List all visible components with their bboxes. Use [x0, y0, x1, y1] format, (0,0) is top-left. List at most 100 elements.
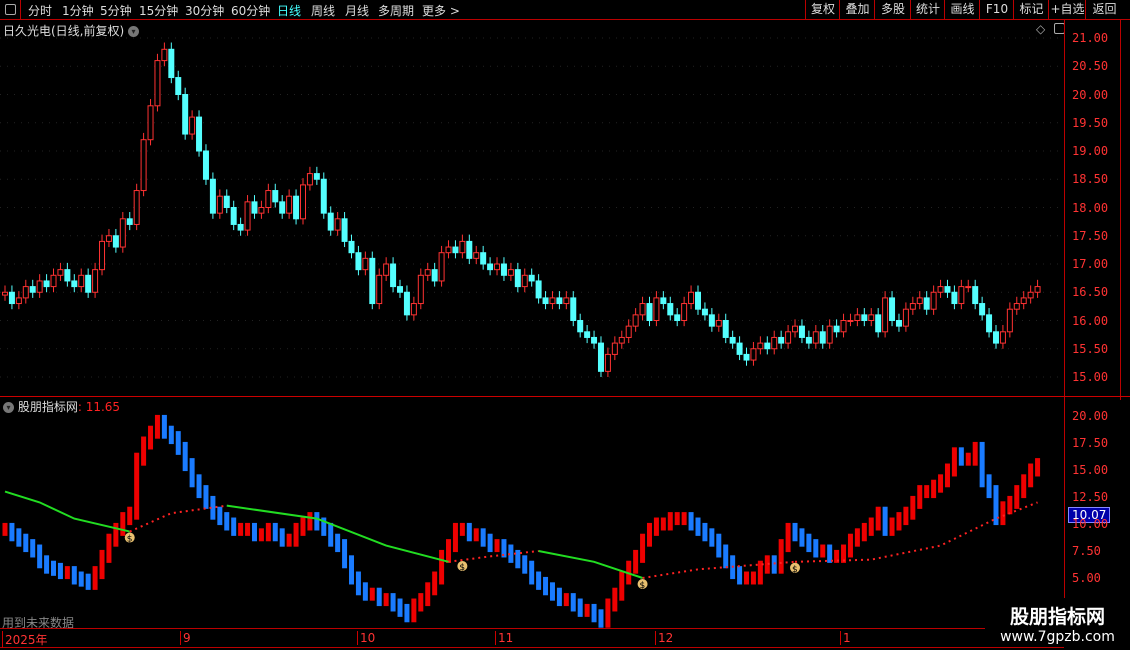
candle	[951, 291, 958, 305]
candle	[902, 308, 909, 327]
price-tick: 19.50	[1072, 115, 1109, 130]
candle	[251, 201, 258, 214]
indicator-bar	[917, 485, 923, 509]
candle	[216, 195, 223, 214]
chevron-down-icon[interactable]: ▾	[3, 402, 14, 413]
indicator-bar	[875, 506, 881, 531]
candle	[306, 173, 313, 186]
candle	[771, 336, 778, 350]
indicator-bar	[633, 549, 639, 574]
indicator-bar	[1028, 463, 1034, 488]
indicator-bar	[369, 587, 375, 601]
indicator-bar	[605, 598, 611, 628]
indicator-tick: 17.50	[1072, 436, 1109, 450]
price-tick: 18.50	[1072, 172, 1109, 187]
indicator-bar	[446, 539, 452, 563]
indicator-bar	[688, 512, 694, 531]
candle	[653, 297, 660, 321]
candle	[875, 314, 882, 333]
indicator-bar	[279, 528, 285, 547]
indicator-bar	[189, 458, 195, 488]
chart-canvas[interactable]: $ $ $ $	[0, 0, 1130, 650]
candle	[78, 274, 85, 288]
indicator-bar	[750, 571, 756, 585]
indicator-bar	[64, 566, 70, 580]
candle	[50, 274, 57, 288]
candle	[397, 286, 404, 293]
indicator-bar	[771, 555, 777, 574]
candle	[376, 274, 383, 305]
indicator-bar	[965, 452, 971, 466]
candle	[431, 269, 438, 282]
candle	[611, 342, 618, 355]
candle	[334, 218, 341, 231]
indicator-bar	[231, 517, 237, 536]
candle	[584, 331, 591, 338]
candle	[729, 336, 736, 344]
candle	[826, 325, 833, 344]
indicator-bar	[986, 474, 992, 499]
indicator-bar	[903, 506, 909, 526]
money-bag-icon-glyph: $	[459, 563, 465, 573]
candle	[882, 297, 889, 333]
side-tabs[interactable]	[1120, 20, 1121, 400]
candle	[230, 207, 237, 225]
candle	[64, 269, 71, 282]
indicator-bar	[224, 512, 230, 531]
money-bag-icon-glyph: $	[640, 581, 646, 591]
candle	[972, 286, 979, 305]
indicator-bar	[78, 571, 84, 587]
date-axis: 2025年 9 10 11 12 1	[0, 628, 1064, 648]
candle	[868, 314, 875, 322]
indicator-bar	[646, 522, 652, 547]
indicator-bar	[30, 539, 36, 558]
indicator-bar	[342, 539, 348, 569]
candle	[1027, 291, 1034, 299]
indicator-bar	[99, 549, 105, 580]
candle	[140, 139, 147, 192]
indicator-bar	[716, 533, 722, 558]
candle	[105, 235, 112, 242]
indicator-bar	[418, 593, 424, 612]
indicator-bar	[293, 522, 299, 547]
candle	[133, 190, 140, 225]
price-tick: 16.00	[1072, 313, 1109, 328]
candle	[299, 184, 306, 220]
candle	[833, 325, 840, 333]
candle	[209, 178, 216, 214]
indicator-bar	[744, 571, 750, 585]
date-label: 9	[180, 631, 191, 645]
candle	[798, 325, 805, 338]
candle	[958, 286, 965, 305]
candle	[417, 274, 424, 305]
panel-divider[interactable]	[0, 396, 1130, 397]
indicator-bar	[203, 485, 209, 509]
candle	[667, 303, 674, 316]
indicator-bar	[1007, 495, 1013, 515]
indicator-bar	[425, 582, 431, 607]
indicator-bar	[813, 539, 819, 558]
indicator-bar	[307, 512, 313, 531]
candle	[459, 240, 466, 254]
indicator-tick: 5.00	[1072, 571, 1101, 585]
candle	[597, 342, 604, 372]
candle	[22, 286, 29, 299]
price-tick: 15.50	[1072, 341, 1109, 356]
candle	[258, 207, 265, 214]
candle	[99, 240, 106, 271]
indicator-bar	[439, 549, 445, 585]
price-tick: 15.00	[1072, 370, 1109, 384]
indicator-bar	[245, 522, 251, 536]
indicator-bar	[217, 506, 223, 526]
indicator-bar	[924, 485, 930, 499]
indicator-bar	[404, 603, 410, 623]
indicator-bar	[681, 512, 687, 526]
price-tick: 21.00	[1072, 31, 1109, 45]
price-axis	[1064, 20, 1065, 646]
indicator-bar	[847, 533, 853, 558]
indicator-bar	[598, 609, 604, 628]
candle	[507, 269, 514, 276]
indicator-bar	[286, 533, 292, 547]
candle	[618, 336, 625, 344]
indicator-bar	[9, 522, 15, 542]
